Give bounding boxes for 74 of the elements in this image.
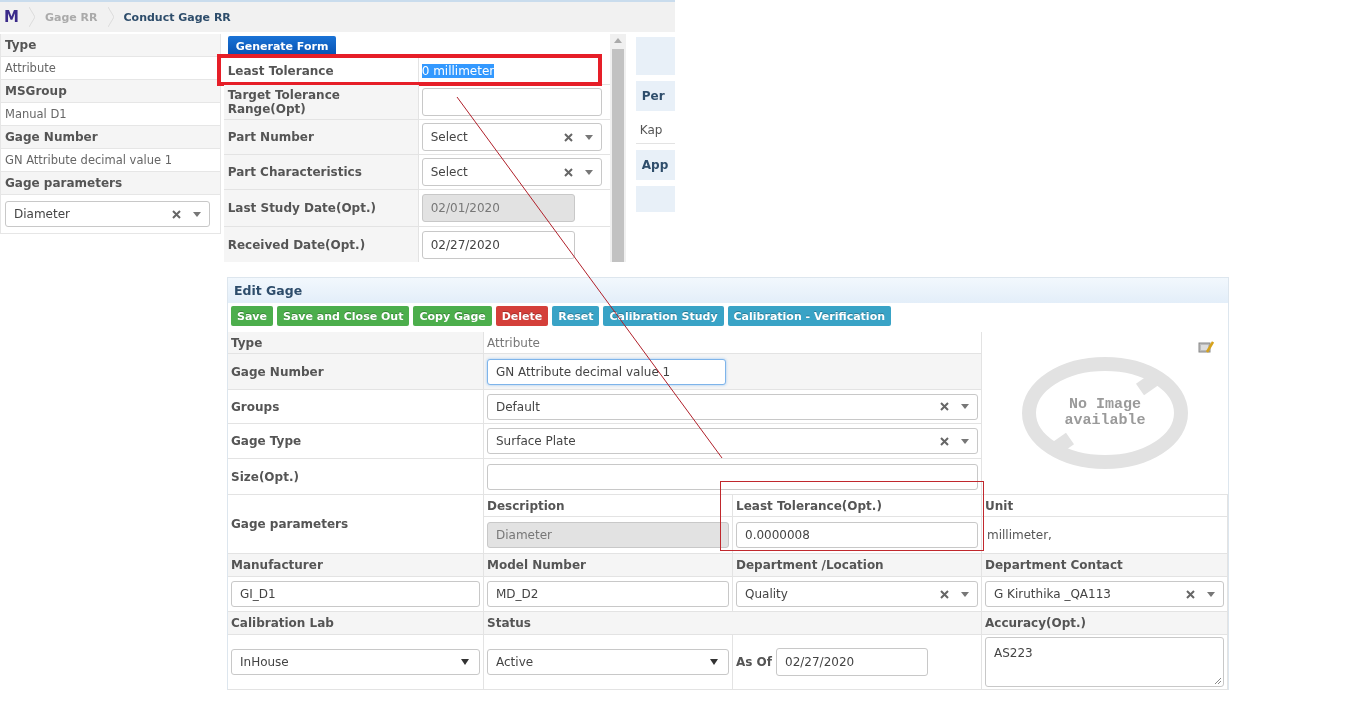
field-label: Type xyxy=(231,335,263,350)
date-field[interactable]: 02/27/2020 xyxy=(421,231,575,259)
field-value: Attribute xyxy=(5,61,56,75)
field-label: MSGroup xyxy=(5,84,67,98)
dropdown[interactable]: Active xyxy=(487,649,729,675)
field-label: Status xyxy=(487,616,531,630)
text-field[interactable]: MD_D2 xyxy=(487,581,729,607)
text-field[interactable]: GI_D1 xyxy=(231,581,480,607)
text-field[interactable] xyxy=(421,88,602,116)
field-value: 0 millimeter xyxy=(421,64,495,78)
edit-image-icon[interactable] xyxy=(1198,340,1214,354)
clear-icon[interactable] xyxy=(171,209,181,219)
text-field[interactable] xyxy=(487,463,978,490)
field-label: Target Tolerance Range(Opt) xyxy=(227,88,341,116)
toolbar-button[interactable]: Delete xyxy=(495,306,549,326)
section-header[interactable]: App xyxy=(635,150,675,180)
field-label: Department /Location xyxy=(736,558,884,572)
select-field[interactable]: Default xyxy=(487,393,978,420)
scrollbar-thumb[interactable] xyxy=(611,49,624,262)
section-header[interactable]: Per xyxy=(635,81,675,111)
field-label: Last Study Date(Opt.) xyxy=(227,201,376,215)
caret-icon[interactable] xyxy=(710,659,718,665)
field-value: Manual D1 xyxy=(5,107,67,121)
placeholder-text: No Image available xyxy=(1063,397,1147,429)
select-field[interactable]: Quality xyxy=(736,581,978,607)
field-label: Part Number xyxy=(227,130,314,144)
field-value: GN Attribute decimal value 1 xyxy=(5,153,172,167)
clear-icon[interactable] xyxy=(563,132,573,142)
text-field[interactable]: 0.0000008 xyxy=(736,522,978,548)
logo[interactable]: M xyxy=(4,8,19,26)
field-label: Unit xyxy=(985,498,1014,513)
field-value: Attribute xyxy=(487,335,540,350)
text-area[interactable]: AS223 xyxy=(985,637,1224,687)
clear-icon[interactable] xyxy=(940,402,949,411)
clear-icon[interactable] xyxy=(940,589,949,599)
clear-icon[interactable] xyxy=(940,436,949,446)
field-label: Gage parameters xyxy=(231,517,349,531)
field-label: Groups xyxy=(231,399,280,414)
select-field[interactable]: G Kiruthika _QA113 xyxy=(985,581,1224,607)
field-label: Gage parameters xyxy=(5,176,123,190)
select-field[interactable]: Select xyxy=(421,158,602,186)
field-label: Gage Number xyxy=(5,130,98,144)
clear-icon[interactable] xyxy=(563,167,573,177)
field-label: Department Contact xyxy=(985,558,1123,572)
field-label: Description xyxy=(487,498,565,513)
generate-form-button[interactable]: Generate Form xyxy=(227,36,337,56)
field-label: Least Tolerance(Opt.) xyxy=(736,498,882,513)
select-field[interactable]: Select xyxy=(421,123,602,151)
select-field[interactable]: Diameter xyxy=(5,201,210,227)
field-label: Calibration Lab xyxy=(231,616,334,630)
no-image-icon xyxy=(1022,357,1188,469)
field-label: Part Characteristics xyxy=(227,165,362,179)
unit-value: millimeter, xyxy=(987,528,1052,542)
field-label: Received Date(Opt.) xyxy=(227,238,366,252)
dropdown[interactable]: InHouse xyxy=(231,649,480,675)
section-text: Kap xyxy=(639,123,663,137)
field-label: Gage Type xyxy=(231,434,302,448)
field-label: As Of xyxy=(736,655,773,669)
clear-icon[interactable] xyxy=(1186,589,1195,599)
caret-icon[interactable] xyxy=(461,659,469,665)
field-label: Manufacturer xyxy=(231,558,323,572)
field-label: Accuracy(Opt.) xyxy=(985,616,1087,630)
field-label: Gage Number xyxy=(231,364,324,379)
text-field[interactable]: GN Attribute decimal value 1 xyxy=(487,358,726,385)
resize-grip-icon[interactable] xyxy=(1214,677,1221,684)
select-field[interactable]: Surface Plate xyxy=(487,428,978,454)
panel-title: Edit Gage xyxy=(234,283,303,298)
field-label: Model Number xyxy=(487,558,586,572)
breadcrumb-link[interactable]: Conduct Gage RR xyxy=(123,10,231,24)
text-field[interactable]: Diameter xyxy=(487,522,729,548)
field-label: Type xyxy=(5,38,37,52)
field-label: Least Tolerance xyxy=(227,64,334,78)
field-label: Size(Opt.) xyxy=(231,469,299,484)
date-field[interactable]: 02/27/2020 xyxy=(776,648,929,676)
